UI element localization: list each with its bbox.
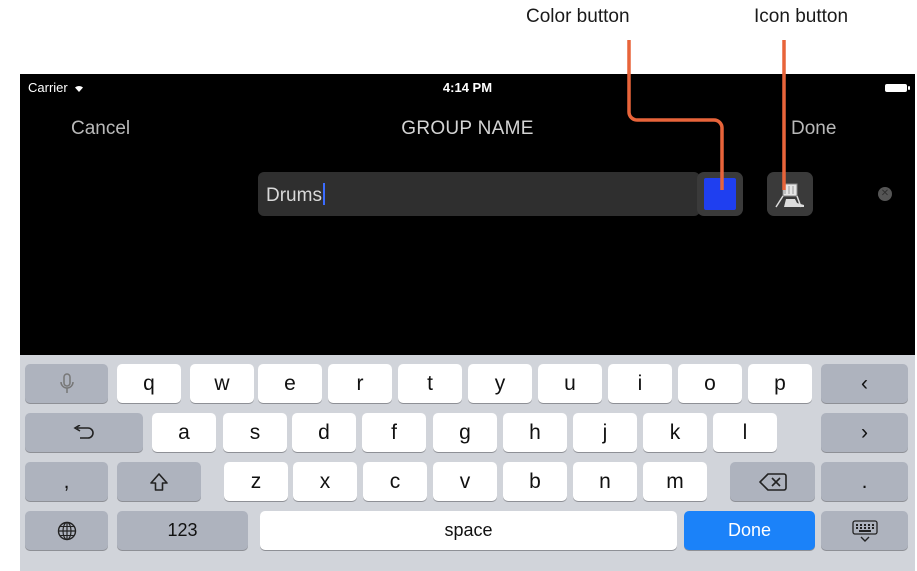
key-b[interactable]: b bbox=[503, 462, 567, 501]
undo-key[interactable] bbox=[25, 413, 143, 452]
key-r[interactable]: r bbox=[328, 364, 392, 403]
key-c[interactable]: c bbox=[363, 462, 427, 501]
key-k[interactable]: k bbox=[643, 413, 707, 452]
microphone-icon bbox=[59, 372, 74, 393]
key-i[interactable]: i bbox=[608, 364, 672, 403]
shift-icon bbox=[150, 472, 168, 491]
delete-icon bbox=[758, 472, 787, 491]
key-x[interactable]: x bbox=[293, 462, 357, 501]
key-a[interactable]: a bbox=[152, 413, 216, 452]
keyboard-dismiss-icon bbox=[851, 519, 878, 542]
key-h[interactable]: h bbox=[503, 413, 567, 452]
key-f[interactable]: f bbox=[362, 413, 426, 452]
group-name-value-wrap: Drums bbox=[266, 183, 325, 207]
globe-icon bbox=[57, 521, 76, 540]
key-p[interactable]: p bbox=[748, 364, 812, 403]
hide-keyboard-key[interactable] bbox=[821, 511, 908, 550]
comma-key[interactable]: , bbox=[25, 462, 108, 501]
app-screen: Carrier 4:14 PM Cancel GROUP NAME Done D… bbox=[20, 74, 915, 571]
key-u[interactable]: u bbox=[538, 364, 602, 403]
key-e[interactable]: e bbox=[258, 364, 322, 403]
undo-icon bbox=[73, 424, 94, 439]
status-time: 4:14 PM bbox=[442, 80, 493, 95]
cursor-left-key[interactable]: ‹ bbox=[821, 364, 908, 403]
key-m[interactable]: m bbox=[643, 462, 707, 501]
key-o[interactable]: o bbox=[678, 364, 742, 403]
space-key[interactable]: space bbox=[260, 511, 677, 550]
done-button[interactable]: Done bbox=[791, 118, 836, 140]
key-t[interactable]: t bbox=[398, 364, 462, 403]
color-swatch bbox=[704, 178, 736, 210]
key-y[interactable]: y bbox=[468, 364, 532, 403]
text-cursor bbox=[322, 183, 325, 205]
status-bar: Carrier 4:14 PM bbox=[20, 74, 915, 100]
cursor-right-key[interactable]: › bbox=[821, 413, 908, 452]
key-z[interactable]: z bbox=[224, 462, 288, 501]
backspace-key[interactable] bbox=[730, 462, 815, 501]
key-l[interactable]: l bbox=[713, 413, 777, 452]
key-q[interactable]: q bbox=[117, 364, 181, 403]
group-name-value: Drums bbox=[266, 185, 322, 206]
key-v[interactable]: v bbox=[433, 462, 497, 501]
key-n[interactable]: n bbox=[573, 462, 637, 501]
chevron-left-icon: ‹ bbox=[861, 371, 868, 395]
numbers-key[interactable]: 123 bbox=[117, 511, 248, 550]
chevron-right-icon: › bbox=[861, 420, 868, 444]
onscreen-keyboard: q w e r t y u i o p ‹ a s d f g h j k l … bbox=[20, 355, 915, 571]
shift-key[interactable] bbox=[117, 462, 201, 501]
icon-button-callout: Icon button bbox=[754, 6, 849, 27]
key-w[interactable]: w bbox=[190, 364, 254, 403]
clear-text-icon[interactable]: ✕ bbox=[878, 187, 892, 201]
color-button[interactable] bbox=[697, 172, 743, 216]
keyboard-done-key[interactable]: Done bbox=[684, 511, 815, 550]
period-key[interactable]: . bbox=[821, 462, 908, 501]
key-s[interactable]: s bbox=[223, 413, 287, 452]
key-d[interactable]: d bbox=[292, 413, 356, 452]
page-title: GROUP NAME bbox=[401, 118, 534, 139]
icon-button[interactable] bbox=[767, 172, 813, 216]
battery-icon bbox=[885, 84, 910, 92]
drum-icon bbox=[775, 183, 804, 208]
globe-key[interactable] bbox=[25, 511, 108, 550]
dictation-key[interactable] bbox=[25, 364, 108, 403]
key-g[interactable]: g bbox=[433, 413, 497, 452]
key-j[interactable]: j bbox=[573, 413, 637, 452]
group-name-field[interactable]: Drums ✕ bbox=[258, 172, 892, 216]
color-button-callout: Color button bbox=[526, 6, 630, 27]
